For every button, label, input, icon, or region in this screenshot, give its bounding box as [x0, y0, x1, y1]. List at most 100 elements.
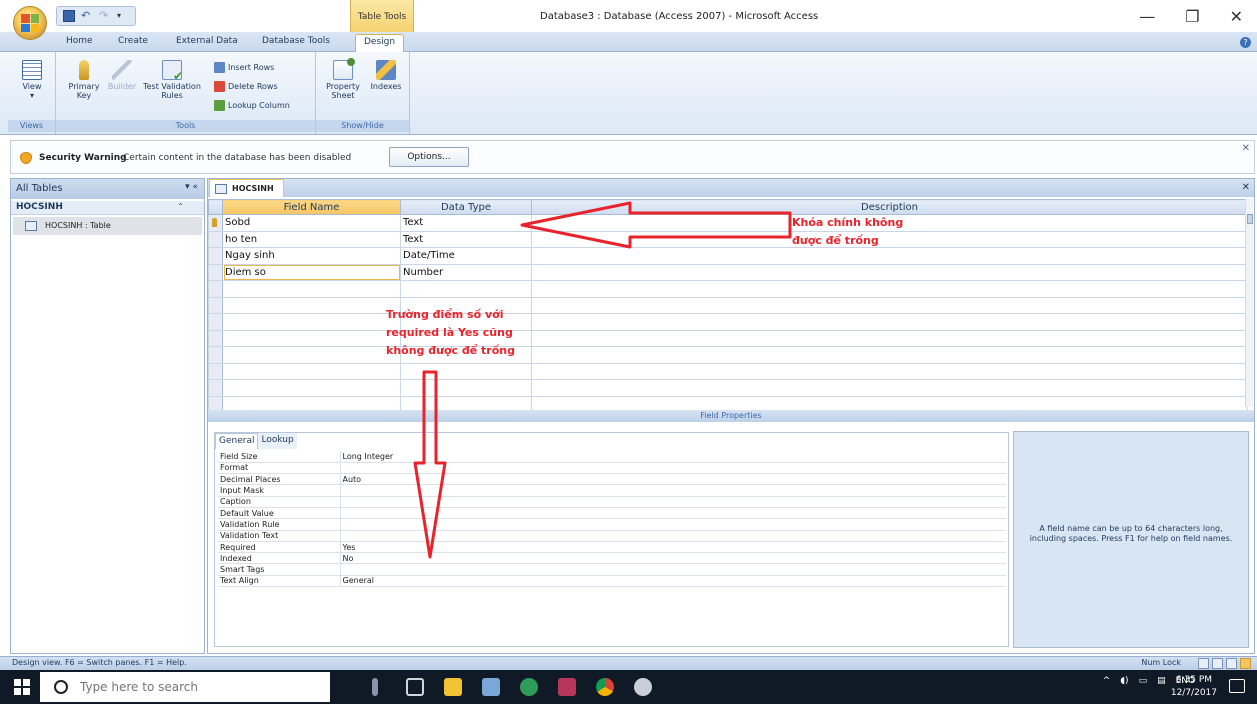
battery-icon[interactable]: ▭ [1139, 676, 1148, 686]
nav-pane-header[interactable]: All Tables ▾ « [11, 179, 204, 199]
description-cell[interactable] [531, 379, 1248, 397]
row-selector[interactable] [208, 214, 223, 232]
field-name-cell[interactable]: ho ten [222, 230, 401, 248]
document-tab-hocsinh[interactable]: HOCSINH [209, 179, 284, 197]
data-type-cell[interactable] [400, 379, 532, 397]
property-value[interactable]: General [340, 575, 1006, 588]
indexes-button[interactable]: Indexes [366, 60, 406, 91]
field-name-cell[interactable] [222, 296, 401, 314]
property-value[interactable] [340, 518, 1006, 531]
lookup-column-button[interactable]: Lookup Column [214, 100, 290, 111]
description-cell[interactable] [531, 329, 1248, 347]
table-row[interactable] [208, 280, 1248, 298]
property-value[interactable] [340, 484, 1006, 497]
property-row[interactable]: Default Value [218, 507, 1006, 520]
table-row[interactable] [208, 296, 1248, 314]
property-value[interactable] [340, 530, 1006, 542]
restore-button[interactable]: ❐ [1185, 7, 1199, 26]
builder-button[interactable]: Builder [104, 60, 140, 91]
delete-rows-button[interactable]: Delete Rows [214, 81, 278, 92]
row-selector[interactable] [208, 230, 223, 248]
property-value[interactable] [340, 496, 1006, 508]
property-row[interactable]: Decimal Places Auto [218, 473, 1006, 486]
row-selector[interactable] [208, 296, 223, 314]
tab-external-data[interactable]: External Data [176, 36, 238, 46]
help-icon[interactable]: ? [1240, 37, 1251, 48]
close-document-icon[interactable]: ✕ [1242, 182, 1250, 193]
property-value[interactable]: Yes [340, 541, 1006, 554]
row-selector[interactable] [208, 346, 223, 364]
taskbar-search[interactable] [40, 672, 330, 702]
column-header-field-name[interactable]: Field Name [222, 199, 401, 215]
table-row[interactable] [208, 362, 1248, 380]
tab-create[interactable]: Create [118, 36, 148, 46]
nav-group-hocsinh[interactable]: HOCSINH ⌃ [11, 201, 204, 215]
property-row[interactable]: Indexed No [218, 552, 1006, 565]
access-app-icon[interactable] [558, 678, 576, 696]
design-view-icon[interactable] [1240, 658, 1251, 669]
description-cell[interactable] [531, 362, 1248, 380]
data-type-cell[interactable] [400, 280, 532, 298]
options-button[interactable]: Options... [389, 147, 469, 167]
file-explorer-icon[interactable] [444, 678, 462, 696]
task-view-icon[interactable] [406, 678, 424, 696]
description-cell[interactable] [531, 346, 1248, 364]
description-cell[interactable] [531, 313, 1248, 331]
property-value[interactable]: Auto [340, 473, 1006, 486]
property-value[interactable] [340, 563, 1006, 576]
undo-icon[interactable]: ↶ [81, 10, 93, 22]
primary-key-button[interactable]: Primary Key [64, 60, 104, 100]
field-name-cell[interactable]: Diem so [222, 263, 401, 281]
table-row[interactable]: ho ten Text [208, 230, 1248, 248]
field-name-cell[interactable] [222, 346, 401, 364]
property-row[interactable]: Field Size Long Integer [218, 451, 1006, 463]
table-row[interactable] [208, 346, 1248, 364]
tab-design[interactable]: Design [355, 34, 405, 53]
field-name-cell[interactable]: Sobd [222, 214, 401, 232]
view-button[interactable]: View ▾ [12, 60, 52, 100]
action-center-icon[interactable] [1229, 679, 1245, 693]
nav-item-hocsinh-table[interactable]: HOCSINH : Table [13, 217, 202, 235]
office-button[interactable] [13, 6, 47, 40]
property-row[interactable]: Smart Tags [218, 563, 1006, 576]
row-selector[interactable] [208, 280, 223, 298]
data-type-cell[interactable]: Date/Time [400, 247, 532, 265]
property-row[interactable]: Caption [218, 496, 1006, 508]
chrome-icon[interactable] [596, 678, 614, 696]
row-selector[interactable] [208, 379, 223, 397]
column-header-data-type[interactable]: Data Type [400, 199, 532, 215]
property-value[interactable] [340, 462, 1006, 475]
field-name-cell[interactable] [222, 280, 401, 298]
network-app-icon[interactable] [520, 678, 538, 696]
row-selector[interactable] [208, 313, 223, 331]
table-row[interactable] [208, 379, 1248, 397]
calculator-icon[interactable] [482, 678, 500, 696]
collapse-icon[interactable]: ⌃ [177, 202, 184, 211]
property-row[interactable]: Validation Rule [218, 518, 1006, 531]
table-row[interactable] [208, 313, 1248, 331]
description-cell[interactable] [531, 296, 1248, 314]
pivot-chart-view-icon[interactable] [1226, 658, 1237, 669]
row-selector[interactable] [208, 247, 223, 265]
test-validation-button[interactable]: ✔ Test Validation Rules [142, 60, 202, 100]
pivot-table-view-icon[interactable] [1212, 658, 1223, 669]
property-sheet-button[interactable]: Property Sheet [322, 58, 364, 100]
search-input[interactable] [80, 680, 310, 694]
close-button[interactable]: ✕ [1230, 7, 1243, 26]
datasheet-view-icon[interactable] [1198, 658, 1209, 669]
data-type-cell[interactable]: Text [400, 214, 532, 232]
row-selector[interactable] [208, 329, 223, 347]
data-type-cell[interactable]: Number [400, 263, 532, 281]
tab-home[interactable]: Home [66, 36, 93, 46]
property-value[interactable]: Long Integer [340, 451, 1006, 463]
insert-rows-button[interactable]: Insert Rows [214, 62, 274, 73]
microphone-icon[interactable] [372, 678, 378, 696]
row-selector[interactable] [208, 362, 223, 380]
save-icon[interactable] [63, 10, 75, 22]
property-row[interactable]: Validation Text [218, 530, 1006, 542]
redo-icon[interactable]: ↷ [99, 10, 111, 22]
grid-vertical-scrollbar[interactable] [1245, 199, 1253, 407]
property-row[interactable]: Text Align General [218, 575, 1006, 588]
chevron-up-icon[interactable]: ^ [1103, 676, 1111, 686]
nav-pane-chevron-icons[interactable]: ▾ « [185, 182, 198, 192]
